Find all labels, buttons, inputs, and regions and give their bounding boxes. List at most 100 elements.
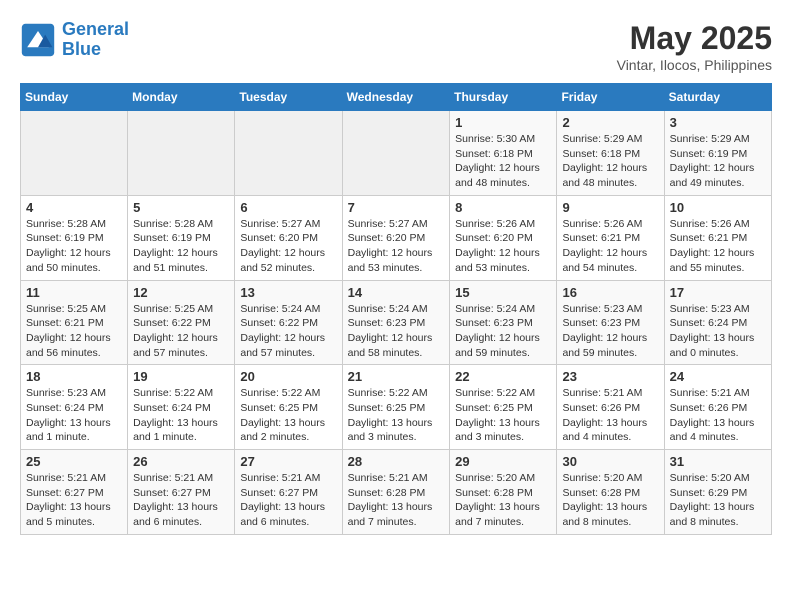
day-number: 2 <box>562 115 658 130</box>
day-number: 18 <box>26 369 122 384</box>
calendar-cell: 17 Sunrise: 5:23 AM Sunset: 6:24 PM Dayli… <box>664 280 771 365</box>
day-number: 22 <box>455 369 551 384</box>
calendar-cell <box>235 111 342 196</box>
day-info: Sunrise: 5:21 AM Sunset: 6:27 PM Dayligh… <box>133 471 229 530</box>
day-info: Sunrise: 5:22 AM Sunset: 6:25 PM Dayligh… <box>455 386 551 445</box>
day-info: Sunrise: 5:24 AM Sunset: 6:22 PM Dayligh… <box>240 302 336 361</box>
header-row: SundayMondayTuesdayWednesdayThursdayFrid… <box>21 84 772 111</box>
day-info: Sunrise: 5:28 AM Sunset: 6:19 PM Dayligh… <box>26 217 122 276</box>
day-number: 23 <box>562 369 658 384</box>
day-header-sunday: Sunday <box>21 84 128 111</box>
calendar-cell: 19Sunrise: 5:22 AM Sunset: 6:24 PM Dayli… <box>128 365 235 450</box>
day-header-tuesday: Tuesday <box>235 84 342 111</box>
day-info: Sunrise: 5:20 AM Sunset: 6:29 PM Dayligh… <box>670 471 766 530</box>
calendar-cell: 27 Sunrise: 5:21 AM Sunset: 6:27 PM Dayli… <box>235 450 342 535</box>
day-number: 21 <box>348 369 445 384</box>
logo: General Blue <box>20 20 129 60</box>
day-info: Sunrise: 5:20 AM Sunset: 6:28 PM Dayligh… <box>562 471 658 530</box>
day-number: 24 <box>670 369 766 384</box>
calendar-cell: 8 Sunrise: 5:26 AM Sunset: 6:20 PM Daylig… <box>450 195 557 280</box>
title-block: May 2025 Vintar, Ilocos, Philippines <box>617 20 772 73</box>
day-info: Sunrise: 5:28 AM Sunset: 6:19 PM Dayligh… <box>133 217 229 276</box>
calendar-cell: 25 Sunrise: 5:21 AM Sunset: 6:27 PM Dayli… <box>21 450 128 535</box>
day-number: 6 <box>240 200 336 215</box>
calendar-cell: 10 Sunrise: 5:26 AM Sunset: 6:21 PM Dayli… <box>664 195 771 280</box>
day-number: 25 <box>26 454 122 469</box>
day-info: Sunrise: 5:21 AM Sunset: 6:28 PM Dayligh… <box>348 471 445 530</box>
day-number: 17 <box>670 285 766 300</box>
day-info: Sunrise: 5:27 AM Sunset: 6:20 PM Dayligh… <box>240 217 336 276</box>
day-info: Sunrise: 5:21 AM Sunset: 6:27 PM Dayligh… <box>26 471 122 530</box>
calendar-cell: 24Sunrise: 5:21 AM Sunset: 6:26 PM Dayli… <box>664 365 771 450</box>
day-number: 4 <box>26 200 122 215</box>
location: Vintar, Ilocos, Philippines <box>617 57 772 73</box>
day-info: Sunrise: 5:22 AM Sunset: 6:24 PM Dayligh… <box>133 386 229 445</box>
day-info: Sunrise: 5:21 AM Sunset: 6:27 PM Dayligh… <box>240 471 336 530</box>
day-number: 14 <box>348 285 445 300</box>
day-number: 26 <box>133 454 229 469</box>
calendar-cell: 4 Sunrise: 5:28 AM Sunset: 6:19 PM Daylig… <box>21 195 128 280</box>
day-number: 10 <box>670 200 766 215</box>
day-number: 12 <box>133 285 229 300</box>
week-row-3: 11 Sunrise: 5:25 AM Sunset: 6:21 PM Dayli… <box>21 280 772 365</box>
day-info: Sunrise: 5:25 AM Sunset: 6:21 PM Dayligh… <box>26 302 122 361</box>
logo-line1: General <box>62 19 129 39</box>
calendar-cell: 21 Sunrise: 5:22 AM Sunset: 6:25 PM Dayli… <box>342 365 450 450</box>
day-number: 1 <box>455 115 551 130</box>
day-number: 15 <box>455 285 551 300</box>
calendar-cell: 9Sunrise: 5:26 AM Sunset: 6:21 PM Daylig… <box>557 195 664 280</box>
calendar-cell: 18 Sunrise: 5:23 AM Sunset: 6:24 PM Dayli… <box>21 365 128 450</box>
day-number: 8 <box>455 200 551 215</box>
calendar-cell: 29 Sunrise: 5:20 AM Sunset: 6:28 PM Dayli… <box>450 450 557 535</box>
calendar-cell: 16Sunrise: 5:23 AM Sunset: 6:23 PM Dayli… <box>557 280 664 365</box>
logo-text: General Blue <box>62 20 129 60</box>
day-info: Sunrise: 5:21 AM Sunset: 6:26 PM Dayligh… <box>562 386 658 445</box>
day-info: Sunrise: 5:26 AM Sunset: 6:21 PM Dayligh… <box>670 217 766 276</box>
calendar-cell: 11 Sunrise: 5:25 AM Sunset: 6:21 PM Dayli… <box>21 280 128 365</box>
calendar-cell: 6 Sunrise: 5:27 AM Sunset: 6:20 PM Daylig… <box>235 195 342 280</box>
day-info: Sunrise: 5:22 AM Sunset: 6:25 PM Dayligh… <box>348 386 445 445</box>
day-info: Sunrise: 5:23 AM Sunset: 6:24 PM Dayligh… <box>26 386 122 445</box>
day-number: 30 <box>562 454 658 469</box>
day-info: Sunrise: 5:29 AM Sunset: 6:18 PM Dayligh… <box>562 132 658 191</box>
calendar-cell: 30 Sunrise: 5:20 AM Sunset: 6:28 PM Dayli… <box>557 450 664 535</box>
week-row-4: 18 Sunrise: 5:23 AM Sunset: 6:24 PM Dayli… <box>21 365 772 450</box>
day-number: 3 <box>670 115 766 130</box>
logo-line2: Blue <box>62 39 101 59</box>
calendar-cell: 2 Sunrise: 5:29 AM Sunset: 6:18 PM Daylig… <box>557 111 664 196</box>
day-number: 7 <box>348 200 445 215</box>
calendar: SundayMondayTuesdayWednesdayThursdayFrid… <box>20 83 772 535</box>
calendar-cell <box>128 111 235 196</box>
week-row-2: 4 Sunrise: 5:28 AM Sunset: 6:19 PM Daylig… <box>21 195 772 280</box>
calendar-cell: 1 Sunrise: 5:30 AM Sunset: 6:18 PM Daylig… <box>450 111 557 196</box>
day-number: 27 <box>240 454 336 469</box>
day-number: 29 <box>455 454 551 469</box>
day-info: Sunrise: 5:30 AM Sunset: 6:18 PM Dayligh… <box>455 132 551 191</box>
day-info: Sunrise: 5:26 AM Sunset: 6:20 PM Dayligh… <box>455 217 551 276</box>
day-number: 20 <box>240 369 336 384</box>
calendar-cell: 5 Sunrise: 5:28 AM Sunset: 6:19 PM Daylig… <box>128 195 235 280</box>
day-info: Sunrise: 5:27 AM Sunset: 6:20 PM Dayligh… <box>348 217 445 276</box>
day-header-thursday: Thursday <box>450 84 557 111</box>
calendar-cell: 20 Sunrise: 5:22 AM Sunset: 6:25 PM Dayli… <box>235 365 342 450</box>
logo-icon <box>20 22 56 58</box>
calendar-cell <box>342 111 450 196</box>
day-number: 13 <box>240 285 336 300</box>
calendar-cell: 14Sunrise: 5:24 AM Sunset: 6:23 PM Dayli… <box>342 280 450 365</box>
day-number: 9 <box>562 200 658 215</box>
day-info: Sunrise: 5:23 AM Sunset: 6:24 PM Dayligh… <box>670 302 766 361</box>
calendar-cell: 31Sunrise: 5:20 AM Sunset: 6:29 PM Dayli… <box>664 450 771 535</box>
day-info: Sunrise: 5:20 AM Sunset: 6:28 PM Dayligh… <box>455 471 551 530</box>
calendar-cell: 7 Sunrise: 5:27 AM Sunset: 6:20 PM Daylig… <box>342 195 450 280</box>
calendar-cell: 22 Sunrise: 5:22 AM Sunset: 6:25 PM Dayli… <box>450 365 557 450</box>
calendar-cell: 3Sunrise: 5:29 AM Sunset: 6:19 PM Daylig… <box>664 111 771 196</box>
day-number: 28 <box>348 454 445 469</box>
day-number: 11 <box>26 285 122 300</box>
day-header-friday: Friday <box>557 84 664 111</box>
page-header: General Blue May 2025 Vintar, Ilocos, Ph… <box>20 20 772 73</box>
day-info: Sunrise: 5:22 AM Sunset: 6:25 PM Dayligh… <box>240 386 336 445</box>
calendar-header: SundayMondayTuesdayWednesdayThursdayFrid… <box>21 84 772 111</box>
calendar-cell: 12Sunrise: 5:25 AM Sunset: 6:22 PM Dayli… <box>128 280 235 365</box>
day-number: 5 <box>133 200 229 215</box>
day-header-saturday: Saturday <box>664 84 771 111</box>
